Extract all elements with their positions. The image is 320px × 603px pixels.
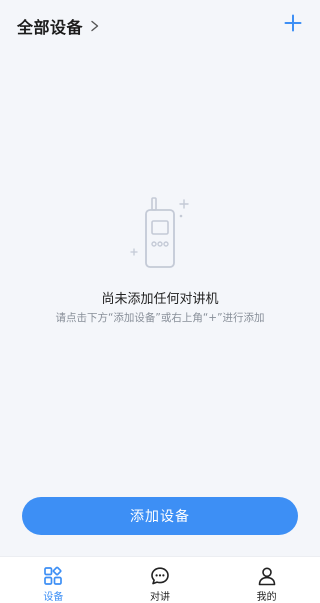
tab-me[interactable]: 我的 <box>213 557 320 603</box>
tab-label-talk: 对讲 <box>150 592 170 603</box>
page-title: 全部设备 <box>17 18 84 37</box>
tab-label-me: 我的 <box>256 592 277 603</box>
walkie-talkie-icon <box>130 197 189 268</box>
empty-state-hint: 请点击下方“添加设备”或右上角“+”进行添加 <box>55 312 265 324</box>
chevron-right-icon <box>91 20 99 32</box>
add-icon[interactable] <box>284 14 302 32</box>
bottom-tab-bar: 设备 对讲 我的 <box>0 556 320 603</box>
add-device-button[interactable]: 添加设备 <box>22 497 298 535</box>
tab-label-devices: 设备 <box>43 592 64 603</box>
all-devices-selector[interactable]: 全部设备 <box>17 14 101 38</box>
devices-icon <box>44 566 63 585</box>
tab-devices[interactable]: 设备 <box>0 557 107 603</box>
top-bar: 全部设备 <box>0 0 320 50</box>
tab-talk[interactable]: 对讲 <box>107 557 214 603</box>
user-icon <box>258 567 275 586</box>
empty-state-title: 尚未添加任何对讲机 <box>101 292 219 307</box>
chat-icon <box>151 567 169 585</box>
